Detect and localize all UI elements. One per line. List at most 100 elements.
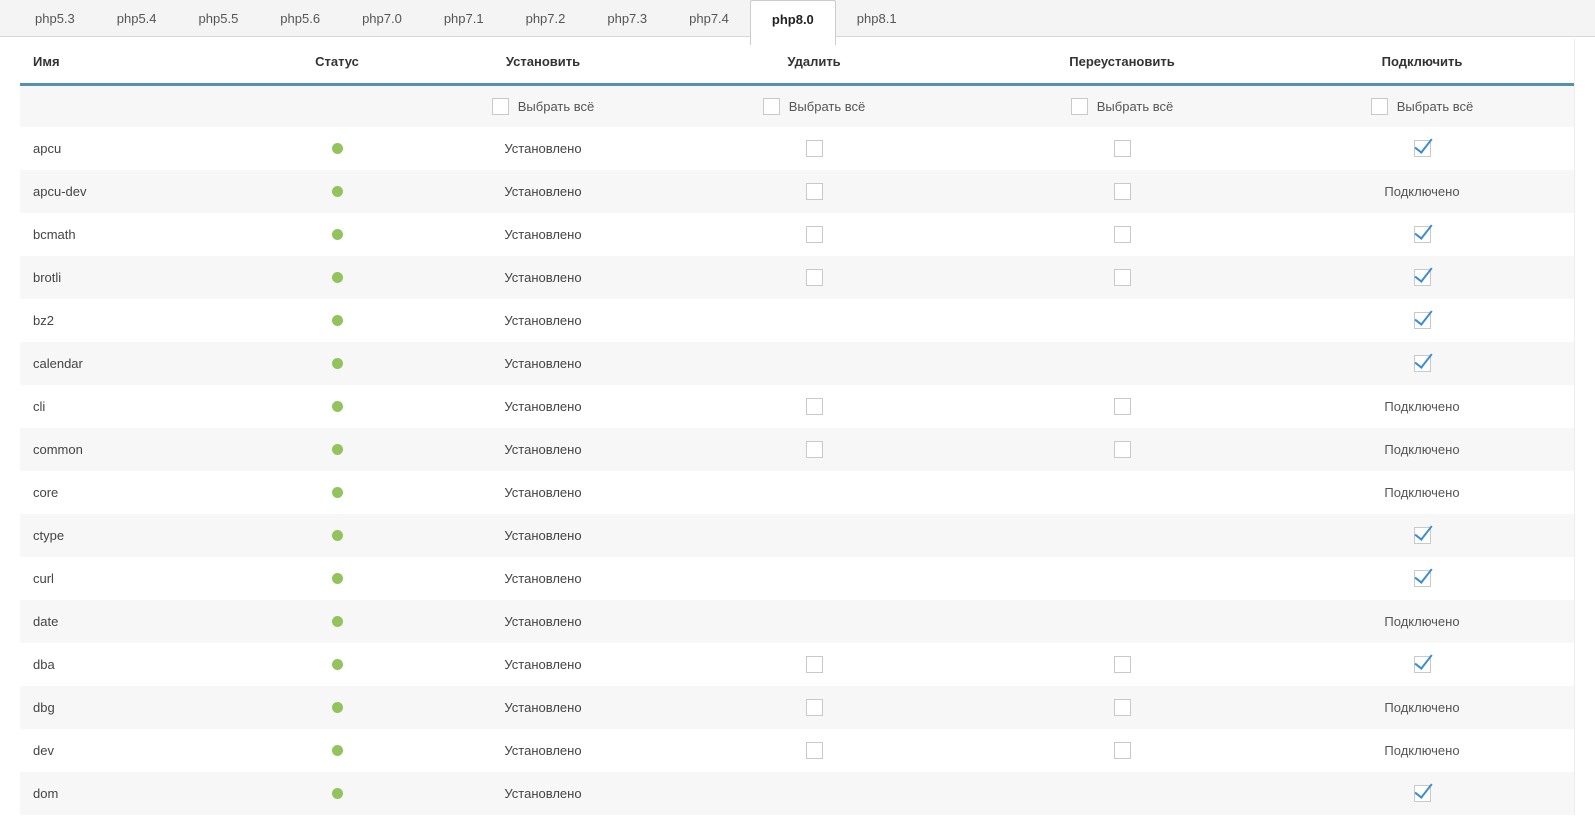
select-all-row: Выбрать всё Выбрать всё Выбрать всё Выбр…	[20, 86, 1574, 127]
install-status: Установлено	[432, 313, 654, 328]
reinstall-checkbox[interactable]	[1114, 699, 1131, 716]
connect-checkbox[interactable]	[1414, 570, 1431, 587]
install-status: Установлено	[432, 399, 654, 414]
reinstall-checkbox[interactable]	[1114, 269, 1131, 286]
extension-name: brotli	[20, 270, 242, 285]
connect-checkbox[interactable]	[1414, 312, 1431, 329]
connected-label: Подключено	[1384, 442, 1459, 457]
tab-php5.6[interactable]: php5.6	[259, 0, 341, 37]
status-ok-dot-icon	[332, 573, 343, 584]
select-all-label: Выбрать всё	[1097, 99, 1173, 114]
status-ok-dot-icon	[332, 530, 343, 541]
remove-checkbox[interactable]	[806, 441, 823, 458]
install-status: Установлено	[432, 528, 654, 543]
extension-name: calendar	[20, 356, 242, 371]
table-row: bcmath Установлено	[20, 213, 1574, 256]
table-row: bz2 Установлено	[20, 299, 1574, 342]
reinstall-checkbox[interactable]	[1114, 183, 1131, 200]
status-ok-dot-icon	[332, 272, 343, 283]
tab-php8.0[interactable]: php8.0	[750, 0, 836, 45]
select-all-checkbox-remove[interactable]	[763, 98, 780, 115]
connect-checkbox[interactable]	[1414, 527, 1431, 544]
extensions-table: Имя Статус Установить Удалить Переустано…	[20, 39, 1575, 815]
install-status: Установлено	[432, 141, 654, 156]
status-ok-dot-icon	[332, 487, 343, 498]
extension-name: dbg	[20, 700, 242, 715]
connect-checkbox[interactable]	[1414, 140, 1431, 157]
install-status: Установлено	[432, 184, 654, 199]
tab-php7.4[interactable]: php7.4	[668, 0, 750, 37]
extension-name: bz2	[20, 313, 242, 328]
table-row: curl Установлено	[20, 557, 1574, 600]
connected-label: Подключено	[1384, 399, 1459, 414]
tab-php5.5[interactable]: php5.5	[178, 0, 260, 37]
remove-checkbox[interactable]	[806, 699, 823, 716]
connect-checkbox[interactable]	[1414, 269, 1431, 286]
install-status: Установлено	[432, 227, 654, 242]
extension-name: curl	[20, 571, 242, 586]
remove-checkbox[interactable]	[806, 183, 823, 200]
connect-checkbox[interactable]	[1414, 785, 1431, 802]
status-ok-dot-icon	[332, 659, 343, 670]
tab-php8.1[interactable]: php8.1	[836, 0, 918, 37]
extension-name: cli	[20, 399, 242, 414]
connect-checkbox[interactable]	[1414, 355, 1431, 372]
remove-checkbox[interactable]	[806, 269, 823, 286]
connected-label: Подключено	[1384, 184, 1459, 199]
extension-name: dev	[20, 743, 242, 758]
status-ok-dot-icon	[332, 315, 343, 326]
extension-name: dom	[20, 786, 242, 801]
install-status: Установлено	[432, 743, 654, 758]
tab-php7.2[interactable]: php7.2	[505, 0, 587, 37]
tab-php5.3[interactable]: php5.3	[14, 0, 96, 37]
table-row: ctype Установлено	[20, 514, 1574, 557]
status-ok-dot-icon	[332, 401, 343, 412]
select-all-checkbox-install[interactable]	[492, 98, 509, 115]
reinstall-checkbox[interactable]	[1114, 398, 1131, 415]
connect-checkbox[interactable]	[1414, 656, 1431, 673]
reinstall-checkbox[interactable]	[1114, 226, 1131, 243]
status-ok-dot-icon	[332, 702, 343, 713]
reinstall-checkbox[interactable]	[1114, 742, 1131, 759]
connected-label: Подключено	[1384, 743, 1459, 758]
extension-name: ctype	[20, 528, 242, 543]
table-body: apcu Установлено apcu-dev Установлено По…	[20, 127, 1574, 815]
select-all-checkbox-connect[interactable]	[1371, 98, 1388, 115]
connect-checkbox[interactable]	[1414, 226, 1431, 243]
status-ok-dot-icon	[332, 788, 343, 799]
table-row: dba Установлено	[20, 643, 1574, 686]
table-row: core Установлено Подключено	[20, 471, 1574, 514]
install-status: Установлено	[432, 442, 654, 457]
column-header-connect: Подключить	[1270, 54, 1574, 69]
install-status: Установлено	[432, 485, 654, 500]
table-row: brotli Установлено	[20, 256, 1574, 299]
remove-checkbox[interactable]	[806, 226, 823, 243]
install-status: Установлено	[432, 700, 654, 715]
select-all-checkbox-reinstall[interactable]	[1071, 98, 1088, 115]
tab-php7.1[interactable]: php7.1	[423, 0, 505, 37]
table-row: dev Установлено Подключено	[20, 729, 1574, 772]
reinstall-checkbox[interactable]	[1114, 441, 1131, 458]
install-status: Установлено	[432, 356, 654, 371]
reinstall-checkbox[interactable]	[1114, 140, 1131, 157]
tab-php7.0[interactable]: php7.0	[341, 0, 423, 37]
column-header-remove: Удалить	[654, 54, 974, 69]
extension-name: dba	[20, 657, 242, 672]
remove-checkbox[interactable]	[806, 742, 823, 759]
tab-php7.3[interactable]: php7.3	[586, 0, 668, 37]
remove-checkbox[interactable]	[806, 140, 823, 157]
select-all-label: Выбрать всё	[518, 99, 594, 114]
install-status: Установлено	[432, 657, 654, 672]
extension-name: common	[20, 442, 242, 457]
reinstall-checkbox[interactable]	[1114, 656, 1131, 673]
install-status: Установлено	[432, 571, 654, 586]
status-ok-dot-icon	[332, 229, 343, 240]
tab-php5.4[interactable]: php5.4	[96, 0, 178, 37]
column-header-status: Статус	[242, 54, 432, 69]
install-status: Установлено	[432, 614, 654, 629]
status-ok-dot-icon	[332, 745, 343, 756]
remove-checkbox[interactable]	[806, 398, 823, 415]
status-ok-dot-icon	[332, 444, 343, 455]
remove-checkbox[interactable]	[806, 656, 823, 673]
connected-label: Подключено	[1384, 485, 1459, 500]
